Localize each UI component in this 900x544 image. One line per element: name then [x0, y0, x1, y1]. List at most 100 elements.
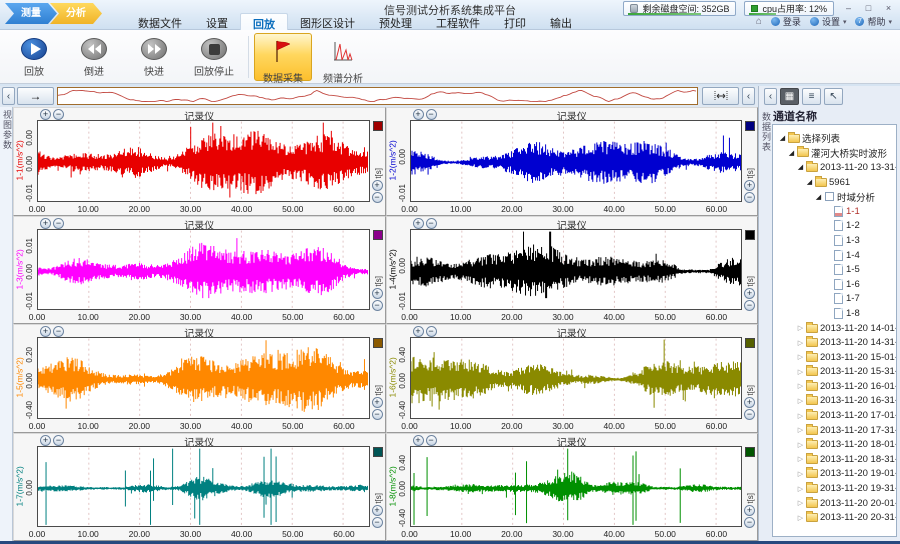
- tree-item-灌河大桥实时波形[interactable]: ◢灌河大桥实时波形: [775, 146, 896, 161]
- tree-item-2013-11-20 18-31-52[interactable]: ▷2013-11-20 18-31-52: [775, 452, 896, 467]
- tree-item-2013-11-20 13-31-17[interactable]: ◢2013-11-20 13-31-17: [775, 160, 896, 175]
- y-tick: -0.01: [398, 184, 407, 202]
- plot-area[interactable]: [37, 120, 370, 202]
- y-zoom-in-button[interactable]: +: [372, 397, 383, 408]
- y-zoom-in-button[interactable]: +: [744, 505, 755, 516]
- plot-area[interactable]: [410, 446, 743, 528]
- y-zoom-in-button[interactable]: +: [744, 288, 755, 299]
- tree-item-2013-11-20 16-01-11[interactable]: ▷ 2013-11-20 16-01-11: [775, 379, 896, 394]
- plot-area[interactable]: [410, 337, 743, 419]
- checkbox[interactable]: [825, 192, 834, 201]
- nav-arrow-2[interactable]: 分析: [50, 3, 102, 24]
- overview-fit-button[interactable]: [702, 87, 739, 105]
- y-zoom-in-button[interactable]: +: [372, 180, 383, 191]
- tree-item-1-3[interactable]: 1-3: [775, 233, 896, 248]
- quick-link-帮助[interactable]: 7帮助▾: [855, 15, 892, 28]
- disk-icon: [630, 4, 638, 13]
- y-zoom-in-button[interactable]: +: [372, 505, 383, 516]
- quick-link-登录[interactable]: 登录: [771, 15, 801, 28]
- y-tick: -0.40: [398, 509, 407, 527]
- tree-item-选择列表[interactable]: ◢选择列表: [775, 131, 896, 146]
- tool-数据采集[interactable]: 数据采集: [254, 33, 312, 81]
- y-zoom-out-button[interactable]: −: [372, 300, 383, 311]
- quick-link-设置[interactable]: 设置▾: [810, 15, 847, 28]
- y-zoom-out-button[interactable]: −: [744, 409, 755, 420]
- x-tick: 60.00: [333, 312, 354, 322]
- tool-回放[interactable]: 回放: [5, 33, 63, 81]
- y-zoom-in-button[interactable]: +: [744, 397, 755, 408]
- tree-item-2013-11-20 18-01-41[interactable]: ▷2013-11-20 18-01-41: [775, 437, 896, 452]
- tree-item-2013-11-20 15-31-26[interactable]: ▷2013-11-20 15-31-26: [775, 365, 896, 380]
- plot-area[interactable]: [37, 229, 370, 311]
- tree-item-1-2[interactable]: 1-2: [775, 219, 896, 234]
- close-button[interactable]: ×: [880, 1, 897, 14]
- sidebar-collapse-button[interactable]: ‹: [764, 88, 777, 105]
- tree-item-1-5[interactable]: 1-5: [775, 262, 896, 277]
- overview-collapse-right-button[interactable]: ‹: [742, 87, 755, 105]
- tree-item-2013-11-20 20-31-32[interactable]: ▷2013-11-20 20-31-32: [775, 510, 896, 525]
- minimize-button[interactable]: –: [840, 1, 857, 14]
- tree-item-label: 2013-11-20 15-31-26: [820, 366, 897, 377]
- x-tick: 60.00: [333, 204, 354, 214]
- file-icon: [834, 279, 843, 290]
- plot-area[interactable]: [410, 120, 743, 202]
- overview-collapse-left-button[interactable]: ‹: [2, 87, 15, 105]
- tree-item-2013-11-20 19-31-59[interactable]: ▷2013-11-20 19-31-59: [775, 481, 896, 496]
- tree-item-2013-11-20 19-01-48[interactable]: ▷2013-11-20 19-01-48: [775, 467, 896, 482]
- x-tick: 10.00: [450, 312, 471, 322]
- tree-item-label: 2013-11-20 17-31-46: [820, 425, 897, 436]
- plot-area[interactable]: [37, 446, 370, 528]
- tree-item-5961[interactable]: ◢5961: [775, 175, 896, 190]
- y-zoom-in-button[interactable]: +: [744, 180, 755, 191]
- tool-回放停止[interactable]: 回放停止: [185, 33, 243, 81]
- chart-title: 记录仪: [387, 325, 758, 337]
- y-axis-label: 1-7(m/s^2): [14, 446, 25, 528]
- nav-arrows: 测量分析: [5, 3, 102, 24]
- quick-link-label: 登录: [783, 15, 801, 28]
- plot-area[interactable]: [410, 229, 743, 311]
- x-tick: 60.00: [333, 529, 354, 539]
- tool-倒进[interactable]: 倒进: [65, 33, 123, 81]
- grid-view-button[interactable]: ▦: [780, 88, 799, 105]
- maximize-button[interactable]: □: [860, 1, 877, 14]
- legend-swatch: [745, 230, 755, 240]
- tree-item-2013-11-20 16-31-33[interactable]: ▷2013-11-20 16-31-33: [775, 394, 896, 409]
- y-zoom-out-button[interactable]: −: [744, 517, 755, 528]
- tree-item-2013-11-20 20-01-46[interactable]: ▷2013-11-20 20-01-46: [775, 496, 896, 511]
- tree-item-2013-11-20 17-01-06[interactable]: ▷2013-11-20 17-01-06: [775, 408, 896, 423]
- forward-icon: [141, 38, 167, 60]
- tree-item-时域分析[interactable]: ◢时域分析: [775, 189, 896, 204]
- y-zoom-out-button[interactable]: −: [744, 192, 755, 203]
- tree-item-2013-11-20 15-01-27[interactable]: ▷2013-11-20 15-01-27: [775, 350, 896, 365]
- tree-item-label: 2013-11-20 18-01-41: [820, 439, 897, 450]
- y-axis-ticks: 0.00: [25, 446, 36, 528]
- tree-collapsed-icon: ▷: [796, 382, 805, 390]
- tool-频谱分析[interactable]: 频谱分析: [314, 33, 372, 81]
- tree-item-2013-11-20 14-31-17[interactable]: ▷2013-11-20 14-31-17: [775, 335, 896, 350]
- x-tick: 20.00: [501, 204, 522, 214]
- y-tick: 0.00: [25, 156, 34, 172]
- y-zoom-in-button[interactable]: +: [372, 288, 383, 299]
- tree-item-1-6[interactable]: 1-6: [775, 277, 896, 292]
- tree-item-1-8[interactable]: 1-8: [775, 306, 896, 321]
- nav-arrow-1[interactable]: 测量: [5, 3, 57, 24]
- cursor-tool-button[interactable]: ↖: [824, 88, 843, 105]
- y-zoom-out-button[interactable]: −: [372, 192, 383, 203]
- overview-waveform[interactable]: [57, 87, 698, 105]
- list-view-button[interactable]: ≡: [802, 88, 821, 105]
- tree-item-label: 2013-11-20 16-01-11: [820, 381, 897, 392]
- tree-collapsed-icon: ▷: [796, 397, 805, 405]
- y-zoom-out-button[interactable]: −: [744, 300, 755, 311]
- overview-play-cursor-button[interactable]: →: [17, 87, 54, 105]
- tree-item-1-4[interactable]: 1-4: [775, 248, 896, 263]
- tree-item-1-7[interactable]: 1-7: [775, 292, 896, 307]
- y-zoom-out-button[interactable]: −: [372, 517, 383, 528]
- tree-item-2013-11-20 17-31-46[interactable]: ▷2013-11-20 17-31-46: [775, 423, 896, 438]
- quick-link-home[interactable]: ⌂: [756, 16, 762, 27]
- y-axis-ticks: 0.400.00-0.40: [398, 337, 409, 419]
- tree-item-1-1[interactable]: 1-1: [775, 204, 896, 219]
- y-zoom-out-button[interactable]: −: [372, 409, 383, 420]
- tree-item-2013-11-20 14-01-25[interactable]: ▷2013-11-20 14-01-25: [775, 321, 896, 336]
- tool-快进[interactable]: 快进: [125, 33, 183, 81]
- plot-area[interactable]: [37, 337, 370, 419]
